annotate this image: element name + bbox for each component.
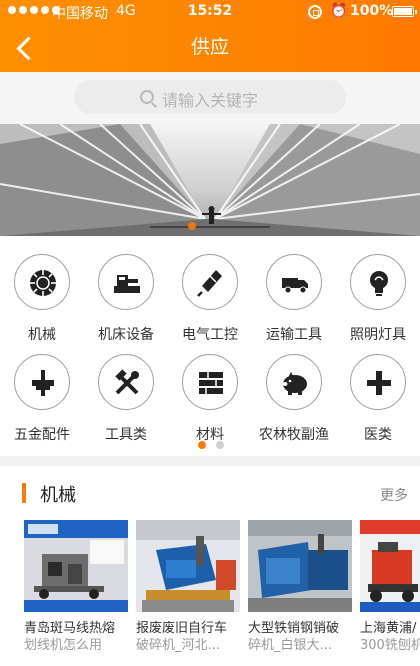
- category-label: 医类: [364, 427, 392, 443]
- rotation-lock-icon: [308, 5, 322, 19]
- product-card[interactable]: 青岛斑马线热熔 划线机怎么用: [24, 520, 128, 666]
- medical-cross-icon: [367, 371, 391, 395]
- section-title: 机械: [40, 485, 76, 506]
- category-label: 工具类: [105, 427, 147, 443]
- section-divider: [0, 456, 420, 466]
- pig-icon: [282, 372, 307, 395]
- machine-tool-icon: [114, 275, 140, 293]
- status-bar: 中国移动 4G 15:52 ⏰ 100%: [0, 0, 420, 24]
- page-title: 供应: [190, 36, 229, 58]
- category-transport[interactable]: 运输工具: [252, 254, 336, 346]
- product-desc: 碎机_白银大...: [248, 638, 332, 653]
- category-lighting[interactable]: 照明灯具: [336, 254, 420, 346]
- category-label: 五金配件: [14, 427, 70, 443]
- search-input[interactable]: 请输入关键字: [74, 80, 346, 114]
- header: 中国移动 4G 15:52 ⏰ 100% 供应: [0, 0, 420, 72]
- category-label: 照明灯具: [350, 327, 406, 343]
- hardware-icon: [32, 370, 54, 396]
- product-desc: 破碎机_河北...: [136, 638, 220, 653]
- app-screen: 中国移动 4G 15:52 ⏰ 100% 供应 请输入关键字 机械 机床设备 电…: [0, 0, 420, 666]
- category-label: 电气工控: [182, 327, 238, 343]
- section-accent-bar: [22, 483, 26, 503]
- category-machinery[interactable]: 机械: [0, 254, 84, 346]
- category-medical[interactable]: 医类: [336, 354, 420, 446]
- category-page-dot-active[interactable]: [198, 441, 206, 449]
- product-list: 青岛斑马线热熔 划线机怎么用 报废废旧自行车 破碎机_河北... 大型铁销钢销破…: [0, 520, 420, 666]
- materials-icon: [199, 372, 223, 394]
- product-card[interactable]: 报废废旧自行车 破碎机_河北...: [136, 520, 240, 666]
- category-machine-tools[interactable]: 机床设备: [84, 254, 168, 346]
- category-label: 农林牧副渔: [259, 427, 329, 443]
- search-icon: [140, 90, 154, 104]
- category-page-dot[interactable]: [216, 441, 224, 449]
- product-image: [360, 520, 420, 612]
- product-desc: 划线机怎么用: [24, 638, 103, 653]
- category-materials[interactable]: 材料: [168, 354, 252, 446]
- electrical-icon: [197, 270, 222, 297]
- product-card[interactable]: 大型铁销钢销破 碎机_白银大...: [248, 520, 352, 666]
- category-label: 运输工具: [266, 327, 322, 343]
- category-hardware[interactable]: 五金配件: [0, 354, 84, 446]
- category-electrical[interactable]: 电气工控: [168, 254, 252, 346]
- battery-icon: [392, 6, 417, 17]
- search-placeholder: 请输入关键字: [162, 91, 259, 110]
- more-link[interactable]: 更多: [380, 485, 408, 505]
- product-image: [248, 520, 352, 612]
- product-image: [136, 520, 240, 612]
- category-grid: 机械 机床设备 电气工控 运输工具 照明灯具 五金配件 工具类 材料 农林牧副渔…: [0, 236, 420, 454]
- tools-icon: [115, 369, 139, 395]
- category-pagination: [198, 441, 224, 449]
- banner-image: [0, 124, 420, 236]
- category-agriculture[interactable]: 农林牧副渔: [252, 354, 336, 446]
- battery-percent: 100%: [350, 3, 394, 19]
- banner-dot-active[interactable]: [188, 222, 196, 230]
- bulb-icon: [370, 271, 388, 296]
- banner-pagination: [188, 222, 196, 230]
- category-label: 机械: [28, 327, 56, 343]
- search-area: 请输入关键字: [0, 72, 420, 124]
- gear-icon: [30, 270, 56, 296]
- category-tools[interactable]: 工具类: [84, 354, 168, 446]
- product-desc: 300铣刨机: [360, 638, 420, 653]
- truck-icon: [282, 278, 308, 294]
- banner-carousel[interactable]: [0, 124, 420, 236]
- nav-bar: 供应: [0, 24, 420, 72]
- product-image: [24, 520, 128, 612]
- product-card[interactable]: 上海黄浦/ 300铣刨机: [360, 520, 420, 666]
- category-label: 机床设备: [98, 327, 154, 343]
- alarm-icon: ⏰: [330, 3, 348, 19]
